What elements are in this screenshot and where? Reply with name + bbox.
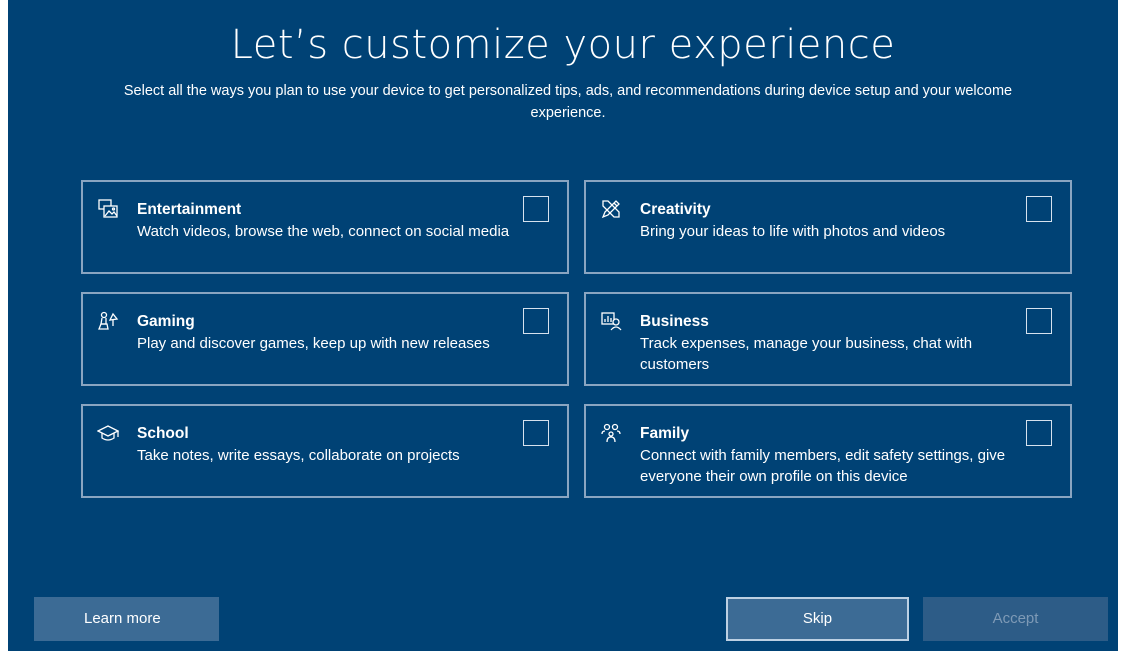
option-description: Play and discover games, keep up with ne…	[137, 335, 490, 352]
option-name: Gaming	[137, 313, 195, 330]
page-title: Let’s customize your experience	[230, 22, 896, 68]
school-icon	[97, 422, 119, 444]
family-checkbox[interactable]	[1026, 420, 1052, 446]
page-subtitle: Select all the ways you plan to use your…	[123, 83, 1013, 121]
option-card-gaming[interactable]: Gaming Play and discover games, keep up …	[81, 292, 569, 386]
option-name: School	[137, 425, 189, 442]
option-name: Creativity	[640, 201, 711, 218]
business-checkbox[interactable]	[1026, 308, 1052, 334]
option-description: Watch videos, browse the web, connect on…	[137, 223, 510, 240]
learn-more-button[interactable]: Learn more	[34, 597, 219, 641]
option-description: Take notes, write essays, collaborate on…	[137, 447, 460, 464]
option-card-business[interactable]: Business Track expenses, manage your bus…	[584, 292, 1072, 386]
entertainment-checkbox[interactable]	[523, 196, 549, 222]
creativity-icon	[600, 198, 622, 220]
oobe-screen: Let’s customize your experience Select a…	[8, 0, 1118, 651]
option-card-school[interactable]: School Take notes, write essays, collabo…	[81, 404, 569, 498]
gaming-icon	[97, 310, 119, 332]
option-name: Entertainment	[137, 201, 242, 218]
option-card-entertainment[interactable]: Entertainment Watch videos, browse the w…	[81, 180, 569, 274]
option-name: Business	[640, 313, 709, 330]
accept-button[interactable]: Accept	[923, 597, 1108, 641]
option-name: Family	[640, 425, 690, 442]
option-description: Track expenses, manage your business, ch…	[640, 335, 973, 373]
family-icon	[600, 422, 622, 444]
gaming-checkbox[interactable]	[523, 308, 549, 334]
creativity-checkbox[interactable]	[1026, 196, 1052, 222]
skip-button[interactable]: Skip	[726, 597, 909, 641]
entertainment-icon	[97, 198, 119, 220]
option-card-family[interactable]: Family Connect with family members, edit…	[584, 404, 1072, 498]
option-description: Connect with family members, edit safety…	[640, 447, 1006, 485]
business-icon	[600, 310, 622, 332]
option-description: Bring your ideas to life with photos and…	[640, 223, 946, 240]
option-card-creativity[interactable]: Creativity Bring your ideas to life with…	[584, 180, 1072, 274]
school-checkbox[interactable]	[523, 420, 549, 446]
